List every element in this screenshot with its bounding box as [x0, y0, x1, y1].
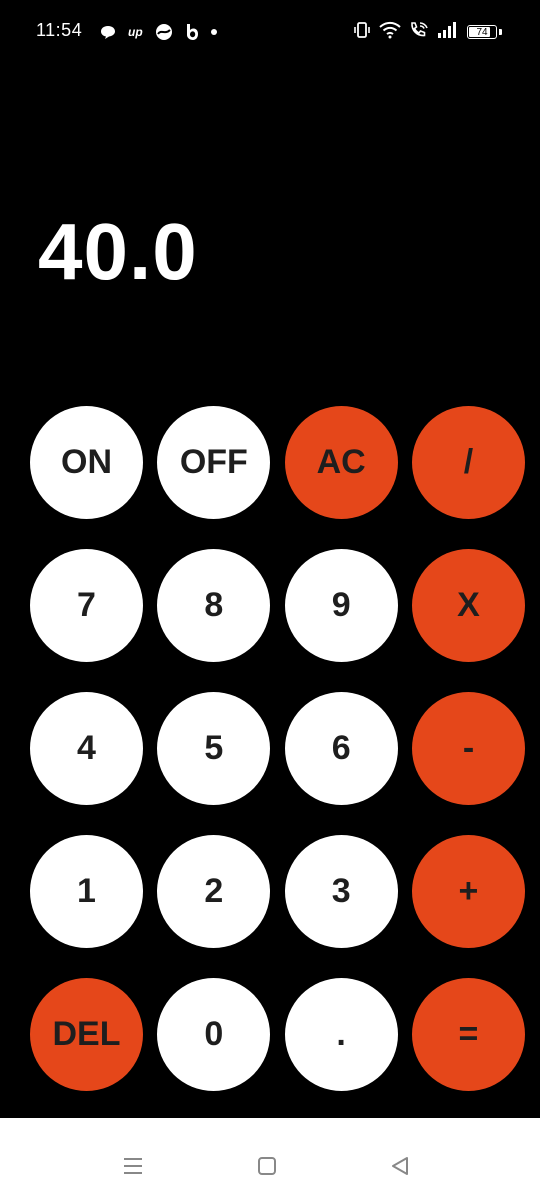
digit-4-button[interactable]: 4 — [30, 692, 143, 805]
chat-bubble-icon — [100, 24, 116, 40]
digit-2-button[interactable]: 2 — [157, 835, 271, 948]
all-clear-button[interactable]: AC — [284, 406, 398, 519]
recents-icon[interactable] — [121, 1154, 145, 1178]
battery-icon: 74 — [467, 25, 497, 39]
decimal-point-button[interactable]: . — [284, 978, 398, 1091]
status-right-icons: 74 — [353, 20, 502, 44]
b-app-icon — [185, 23, 199, 41]
digit-3-button[interactable]: 3 — [284, 835, 398, 948]
status-left-icons: up — [100, 20, 217, 44]
digit-1-button[interactable]: 1 — [30, 835, 143, 948]
status-bar: 11:54 up 74 — [0, 0, 540, 64]
notification-dot-icon — [210, 29, 217, 35]
divide-button[interactable]: / — [411, 406, 525, 519]
calculator-screen: 11:54 up 74 40.0 ON OFF AC / 7 8 9 X 4 5… — [0, 0, 540, 1200]
back-icon[interactable] — [388, 1154, 412, 1178]
calculator-display: 40.0 — [38, 207, 198, 296]
wifi-call-icon — [409, 21, 429, 44]
off-button[interactable]: OFF — [157, 406, 271, 519]
battery-cap — [499, 29, 502, 35]
digit-6-button[interactable]: 6 — [284, 692, 398, 805]
on-button[interactable]: ON — [30, 406, 143, 519]
subtract-button[interactable]: - — [411, 692, 525, 805]
delete-button[interactable]: DEL — [30, 978, 143, 1091]
digit-7-button[interactable]: 7 — [30, 549, 143, 662]
status-time: 11:54 — [36, 20, 83, 40]
multiply-button[interactable]: X — [411, 549, 525, 662]
digit-5-button[interactable]: 5 — [157, 692, 271, 805]
keypad: ON OFF AC/ 7 8 9 X 4 5 6- 1 2 3 + DEL 0. = — [30, 406, 526, 1091]
navigation-bar — [0, 1118, 540, 1200]
home-icon[interactable] — [255, 1154, 279, 1178]
battery-level: 74 — [476, 26, 488, 38]
circle-app-icon — [155, 23, 173, 41]
digit-9-button[interactable]: 9 — [284, 549, 398, 662]
signal-icon — [437, 21, 459, 44]
digit-0-button[interactable]: 0 — [157, 978, 271, 1091]
add-button[interactable]: + — [411, 835, 525, 948]
up-app-icon: up — [128, 25, 143, 39]
digit-8-button[interactable]: 8 — [157, 549, 271, 662]
equals-button[interactable]: = — [411, 978, 525, 1091]
wifi-icon — [379, 21, 401, 44]
vibrate-icon — [353, 21, 371, 44]
